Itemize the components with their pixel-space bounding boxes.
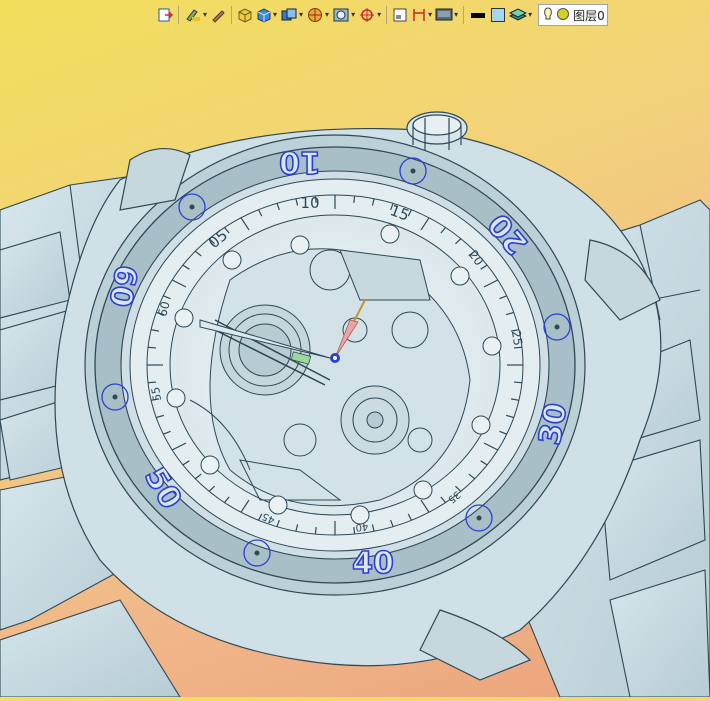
toolbar-separator: [231, 6, 233, 24]
pencil-button[interactable]: [209, 4, 227, 26]
dial-tick: [513, 346, 523, 349]
exit-button[interactable]: [156, 4, 174, 26]
box-solid-button[interactable]: [236, 4, 254, 26]
frame-button[interactable]: ▾: [331, 4, 356, 26]
layer-label: 图层0: [573, 8, 605, 23]
sun-icon: [556, 7, 570, 24]
target-icon: [358, 7, 376, 23]
lightbulb-icon: [543, 6, 553, 24]
dial-tick: [513, 381, 523, 384]
view-cube-button[interactable]: ▾: [279, 4, 304, 26]
monitor-icon: [435, 7, 453, 23]
monitor-button[interactable]: ▾: [434, 4, 459, 26]
dial-number-55: 55: [149, 386, 164, 402]
watch-model[interactable]: 10 20 30 40 50 60 10 15 20 25 35 40 45 5…: [0, 0, 710, 698]
dial-tick: [147, 381, 157, 384]
small-frame-icon: [392, 7, 408, 23]
3d-viewport[interactable]: 10 20 30 40 50 60 10 15 20 25 35 40 45 5…: [0, 0, 710, 698]
cube-blue-icon: [256, 7, 272, 23]
dial-number-25: 25: [509, 329, 525, 346]
bezel-number-10: 10: [279, 144, 321, 179]
sphere-section-icon: [306, 7, 324, 23]
dial-tick: [353, 195, 356, 203]
paint-brush-icon: [184, 7, 202, 23]
dial-tick: [147, 346, 157, 349]
chevron-down-icon[interactable]: ▾: [528, 11, 532, 19]
layers-button[interactable]: ▾: [508, 4, 533, 26]
paint-brush-button[interactable]: ▾: [183, 4, 208, 26]
small-frame-button[interactable]: [391, 4, 409, 26]
chevron-down-icon[interactable]: ▾: [351, 11, 355, 19]
chevron-down-icon[interactable]: ▾: [377, 11, 381, 19]
layer-selector[interactable]: 图层0: [538, 4, 609, 26]
dial-tick: [353, 527, 356, 535]
toolbar-separator: [178, 6, 179, 24]
toolbar-separator: [386, 6, 388, 24]
chevron-down-icon[interactable]: ▾: [428, 11, 432, 19]
bezel-number-60: 60: [102, 262, 144, 309]
chevron-down-icon[interactable]: ▾: [325, 11, 329, 19]
dial-number-10: 10: [300, 194, 319, 212]
dimension-button[interactable]: ▾: [410, 4, 433, 26]
fill-color-button[interactable]: [489, 4, 507, 26]
exit-icon: [157, 7, 173, 23]
sphere-section-button[interactable]: ▾: [305, 4, 330, 26]
chevron-down-icon[interactable]: ▾: [454, 11, 458, 19]
line-color-icon: [469, 7, 487, 23]
bezel-number-30: 30: [533, 400, 575, 447]
line-color-button[interactable]: [468, 4, 488, 26]
chevron-down-icon[interactable]: ▾: [273, 11, 277, 19]
fill-color-icon: [490, 7, 506, 23]
pencil-icon: [210, 7, 226, 23]
bezel-number-40: 40: [352, 546, 394, 581]
view-cube-icon: [280, 7, 298, 23]
dial-tick: [314, 527, 317, 535]
chevron-down-icon[interactable]: ▾: [203, 11, 207, 19]
dimension-icon: [411, 7, 427, 23]
box-solid-icon: [237, 7, 253, 23]
target-button[interactable]: ▾: [357, 4, 382, 26]
toolbar-separator: [463, 6, 465, 24]
toolbar: ▾ ▾ ▾ ▾ ▾ ▾ ▾ ▾ ▾ 图层0: [156, 0, 710, 30]
cube-blue-button[interactable]: ▾: [255, 4, 278, 26]
frame-icon: [332, 7, 350, 23]
chevron-down-icon[interactable]: ▾: [299, 11, 303, 19]
layers-icon: [509, 7, 528, 23]
